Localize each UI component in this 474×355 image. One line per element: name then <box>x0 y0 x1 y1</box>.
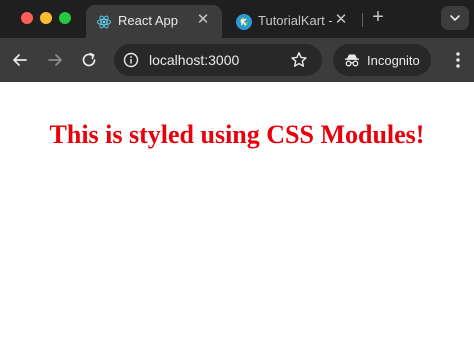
back-arrow-icon[interactable] <box>10 50 30 70</box>
tab-title: TutorialKart - <box>258 13 333 28</box>
incognito-label: Incognito <box>367 53 420 68</box>
incognito-indicator[interactable]: Incognito <box>333 44 431 76</box>
tutorialkart-logo-icon <box>236 14 252 30</box>
tab-strip: React App ✕ TutorialKart - ✕ + <box>0 0 474 38</box>
address-bar[interactable]: localhost:3000 <box>114 44 322 76</box>
tab-close-button[interactable]: ✕ <box>332 11 350 29</box>
bookmark-star-icon[interactable] <box>290 51 308 69</box>
maximize-window-button[interactable] <box>59 12 71 24</box>
chevron-down-icon <box>450 15 460 21</box>
page-heading: This is styled using CSS Modules! <box>49 120 425 149</box>
tab-react-app[interactable]: React App ✕ <box>86 5 222 38</box>
incognito-icon <box>345 54 359 67</box>
page-content: This is styled using CSS Modules! <box>0 82 474 355</box>
more-menu-icon[interactable] <box>449 50 467 70</box>
tab-divider <box>362 13 363 27</box>
reload-icon[interactable] <box>79 50 99 70</box>
react-logo-icon <box>96 15 112 29</box>
new-tab-button[interactable]: + <box>368 7 388 28</box>
site-info-icon[interactable] <box>123 52 139 68</box>
tab-title: React App <box>118 13 178 28</box>
url-text[interactable]: localhost:3000 <box>149 52 239 68</box>
tab-tutorialkart[interactable]: TutorialKart - ✕ <box>226 5 360 38</box>
minimize-window-button[interactable] <box>40 12 52 24</box>
forward-arrow-icon[interactable] <box>45 50 65 70</box>
browser-toolbar: localhost:3000 Incognito <box>0 38 474 82</box>
tab-search-button[interactable] <box>441 6 469 30</box>
close-window-button[interactable] <box>21 12 33 24</box>
tab-close-button[interactable]: ✕ <box>194 11 212 29</box>
